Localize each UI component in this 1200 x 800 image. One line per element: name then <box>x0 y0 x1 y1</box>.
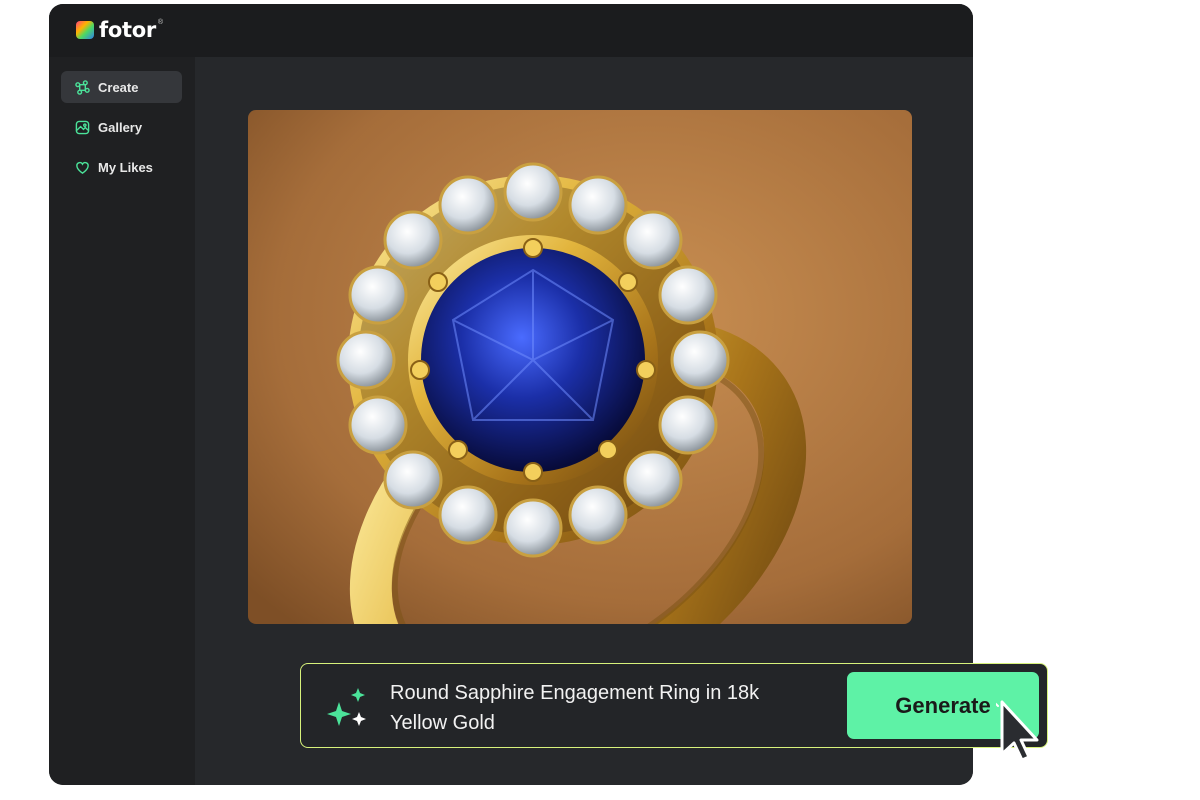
sidebar-item-label: Gallery <box>98 119 143 135</box>
sidebar-item-label: Create <box>98 79 139 95</box>
image-icon <box>75 120 90 135</box>
heart-icon <box>75 160 90 175</box>
command-icon <box>75 79 90 95</box>
logo-mark-icon <box>76 21 94 39</box>
prompt-text[interactable]: Round Sapphire Engagement Ring in 18k Ye… <box>390 678 820 738</box>
sidebar-item-my-likes[interactable]: My Likes <box>61 151 182 183</box>
logo-text: fotor <box>99 18 156 42</box>
sparkle-icon <box>327 688 366 726</box>
generated-ring-image[interactable] <box>248 110 912 624</box>
prompt-bar[interactable]: Round Sapphire Engagement Ring in 18k Ye… <box>300 663 1048 748</box>
sidebar-item-create[interactable]: Create <box>61 71 182 103</box>
sidebar-item-gallery[interactable]: Gallery <box>61 111 182 143</box>
top-bar: fotor ® <box>49 4 973 57</box>
logo-registered-mark: ® <box>157 18 164 26</box>
sidebar-item-label: My Likes <box>98 159 153 175</box>
logo[interactable]: fotor ® <box>76 18 166 42</box>
mouse-cursor-icon <box>996 700 1039 762</box>
sidebar: Create Gallery My Likes <box>49 57 196 785</box>
